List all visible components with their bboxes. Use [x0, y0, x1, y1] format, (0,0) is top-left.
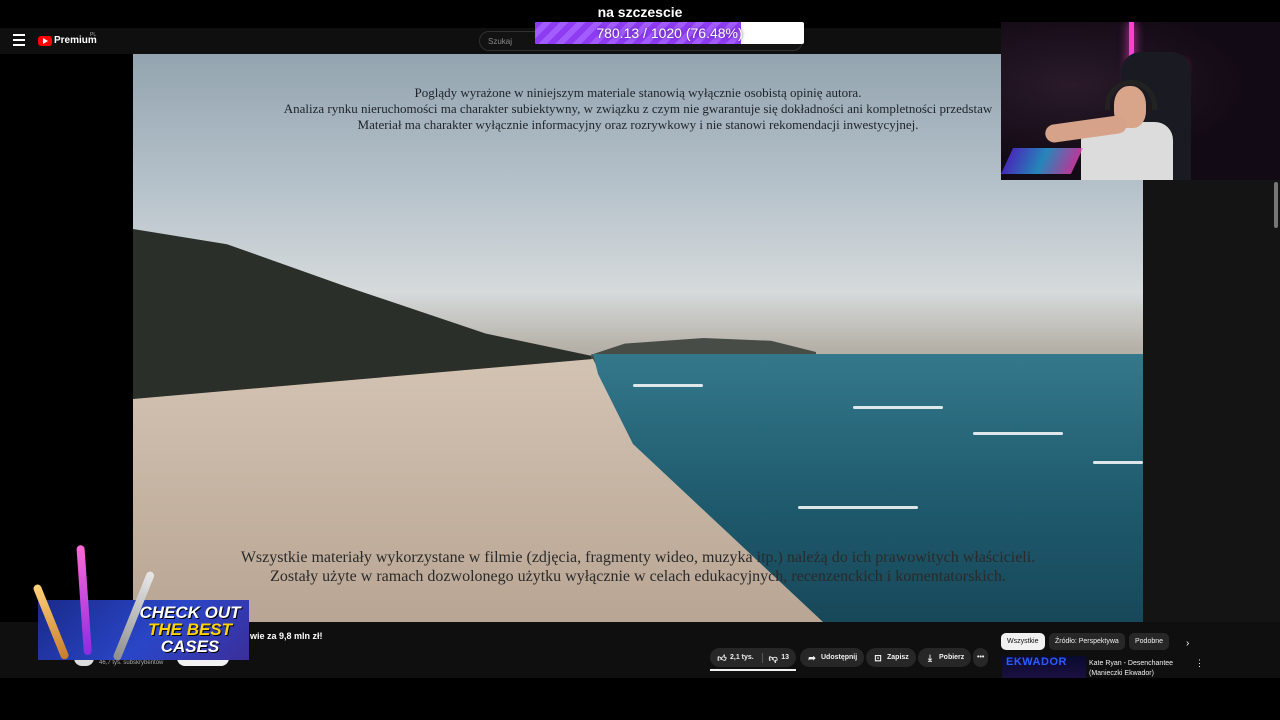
more-vert-icon[interactable]: ⋮ [1195, 658, 1204, 669]
more-actions-button[interactable]: ••• [973, 648, 989, 667]
menu-icon[interactable] [13, 34, 25, 46]
streamer-webcam [1001, 22, 1280, 180]
download-button[interactable]: ⤓ Pobierz [918, 648, 972, 667]
disclaimer-bottom: Wszystkie materiały wykorzystane w filmi… [133, 548, 1143, 586]
knife-image [76, 544, 92, 656]
chip-all[interactable]: Wszystkie [1001, 633, 1045, 650]
video-wave [1093, 461, 1143, 464]
promo-line: CHECK OUT [139, 603, 241, 622]
disclaimer-line: Analiza rynku nieruchomości ma charakter… [283, 101, 993, 116]
chip-source[interactable]: Źródło: Perspektywa [1049, 633, 1125, 650]
save-label: Zapisz [887, 654, 909, 661]
save-icon: ⊡ [874, 652, 882, 663]
page-scrollbar[interactable] [1274, 182, 1278, 228]
youtube-logo-icon[interactable] [38, 36, 52, 46]
webcam-keyboard [1001, 148, 1084, 174]
chevron-right-icon[interactable]: › [1186, 638, 1189, 649]
more-icon: ••• [977, 654, 985, 661]
video-wave [798, 506, 918, 509]
donation-goal-progress: 780.13 / 1020 (76.48%) [535, 22, 804, 44]
dislike-count: 13 [781, 654, 789, 661]
promo-line: THE BEST [147, 620, 233, 639]
thumbnail-text: EKWADOR [1006, 656, 1067, 668]
share-button[interactable]: ➦ Udostępnij [800, 648, 865, 667]
promo-line: CASES [160, 637, 220, 656]
video-title: wie za 9,8 mln zł! [250, 631, 323, 641]
like-underline [710, 669, 796, 671]
promo-knives [32, 544, 156, 670]
dislike-icon: 👎︎ [768, 652, 778, 663]
disclaimer-line: Wszystkie materiały wykorzystane w filmi… [240, 549, 1036, 566]
disclaimer-line: Poglądy wyrażone w niniejszym materiale … [414, 85, 862, 100]
promo-text: CHECK OUT THE BEST CASES [134, 604, 246, 655]
video-wave [973, 432, 1063, 435]
download-icon: ⤓ [928, 652, 932, 663]
disclaimer-top: Poglądy wyrażone w niniejszym materiale … [133, 85, 1143, 133]
search-placeholder: Szukaj [488, 37, 513, 46]
share-label: Udostępnij [821, 654, 858, 661]
logo-region: PL [90, 32, 97, 38]
recommendation-title[interactable]: Kate Ryan - Desenchantee (Manieczki Ekwa… [1089, 659, 1189, 679]
video-wave [633, 384, 703, 387]
disclaimer-line: Zostały użyte w ramach dozwolonego użytk… [270, 568, 1006, 585]
video-wave [853, 406, 943, 409]
stream-goal-title: na szczescie [597, 4, 683, 20]
like-count: 2,1 tys. [730, 654, 754, 661]
like-icon: 👍︎ [717, 652, 727, 663]
download-label: Pobierz [939, 654, 965, 661]
like-button[interactable]: 👍︎ 2,1 tys. [717, 652, 754, 663]
save-button[interactable]: ⊡ Zapisz [866, 648, 916, 667]
progress-text: 780.13 / 1020 (76.48%) [596, 25, 743, 41]
chip-related[interactable]: Podobne [1129, 633, 1170, 650]
like-dislike-group: 👍︎ 2,1 tys. 👎︎ 13 [710, 648, 796, 667]
recommendation-thumbnail[interactable]: EKWADOR [1002, 656, 1086, 678]
dislike-button[interactable]: 👎︎ 13 [762, 652, 789, 663]
share-icon: ➦ [808, 652, 816, 663]
video-player[interactable]: Poglądy wyrażone w niniejszym materiale … [133, 54, 1143, 622]
disclaimer-line: Materiał ma charakter wyłącznie informac… [357, 117, 919, 132]
